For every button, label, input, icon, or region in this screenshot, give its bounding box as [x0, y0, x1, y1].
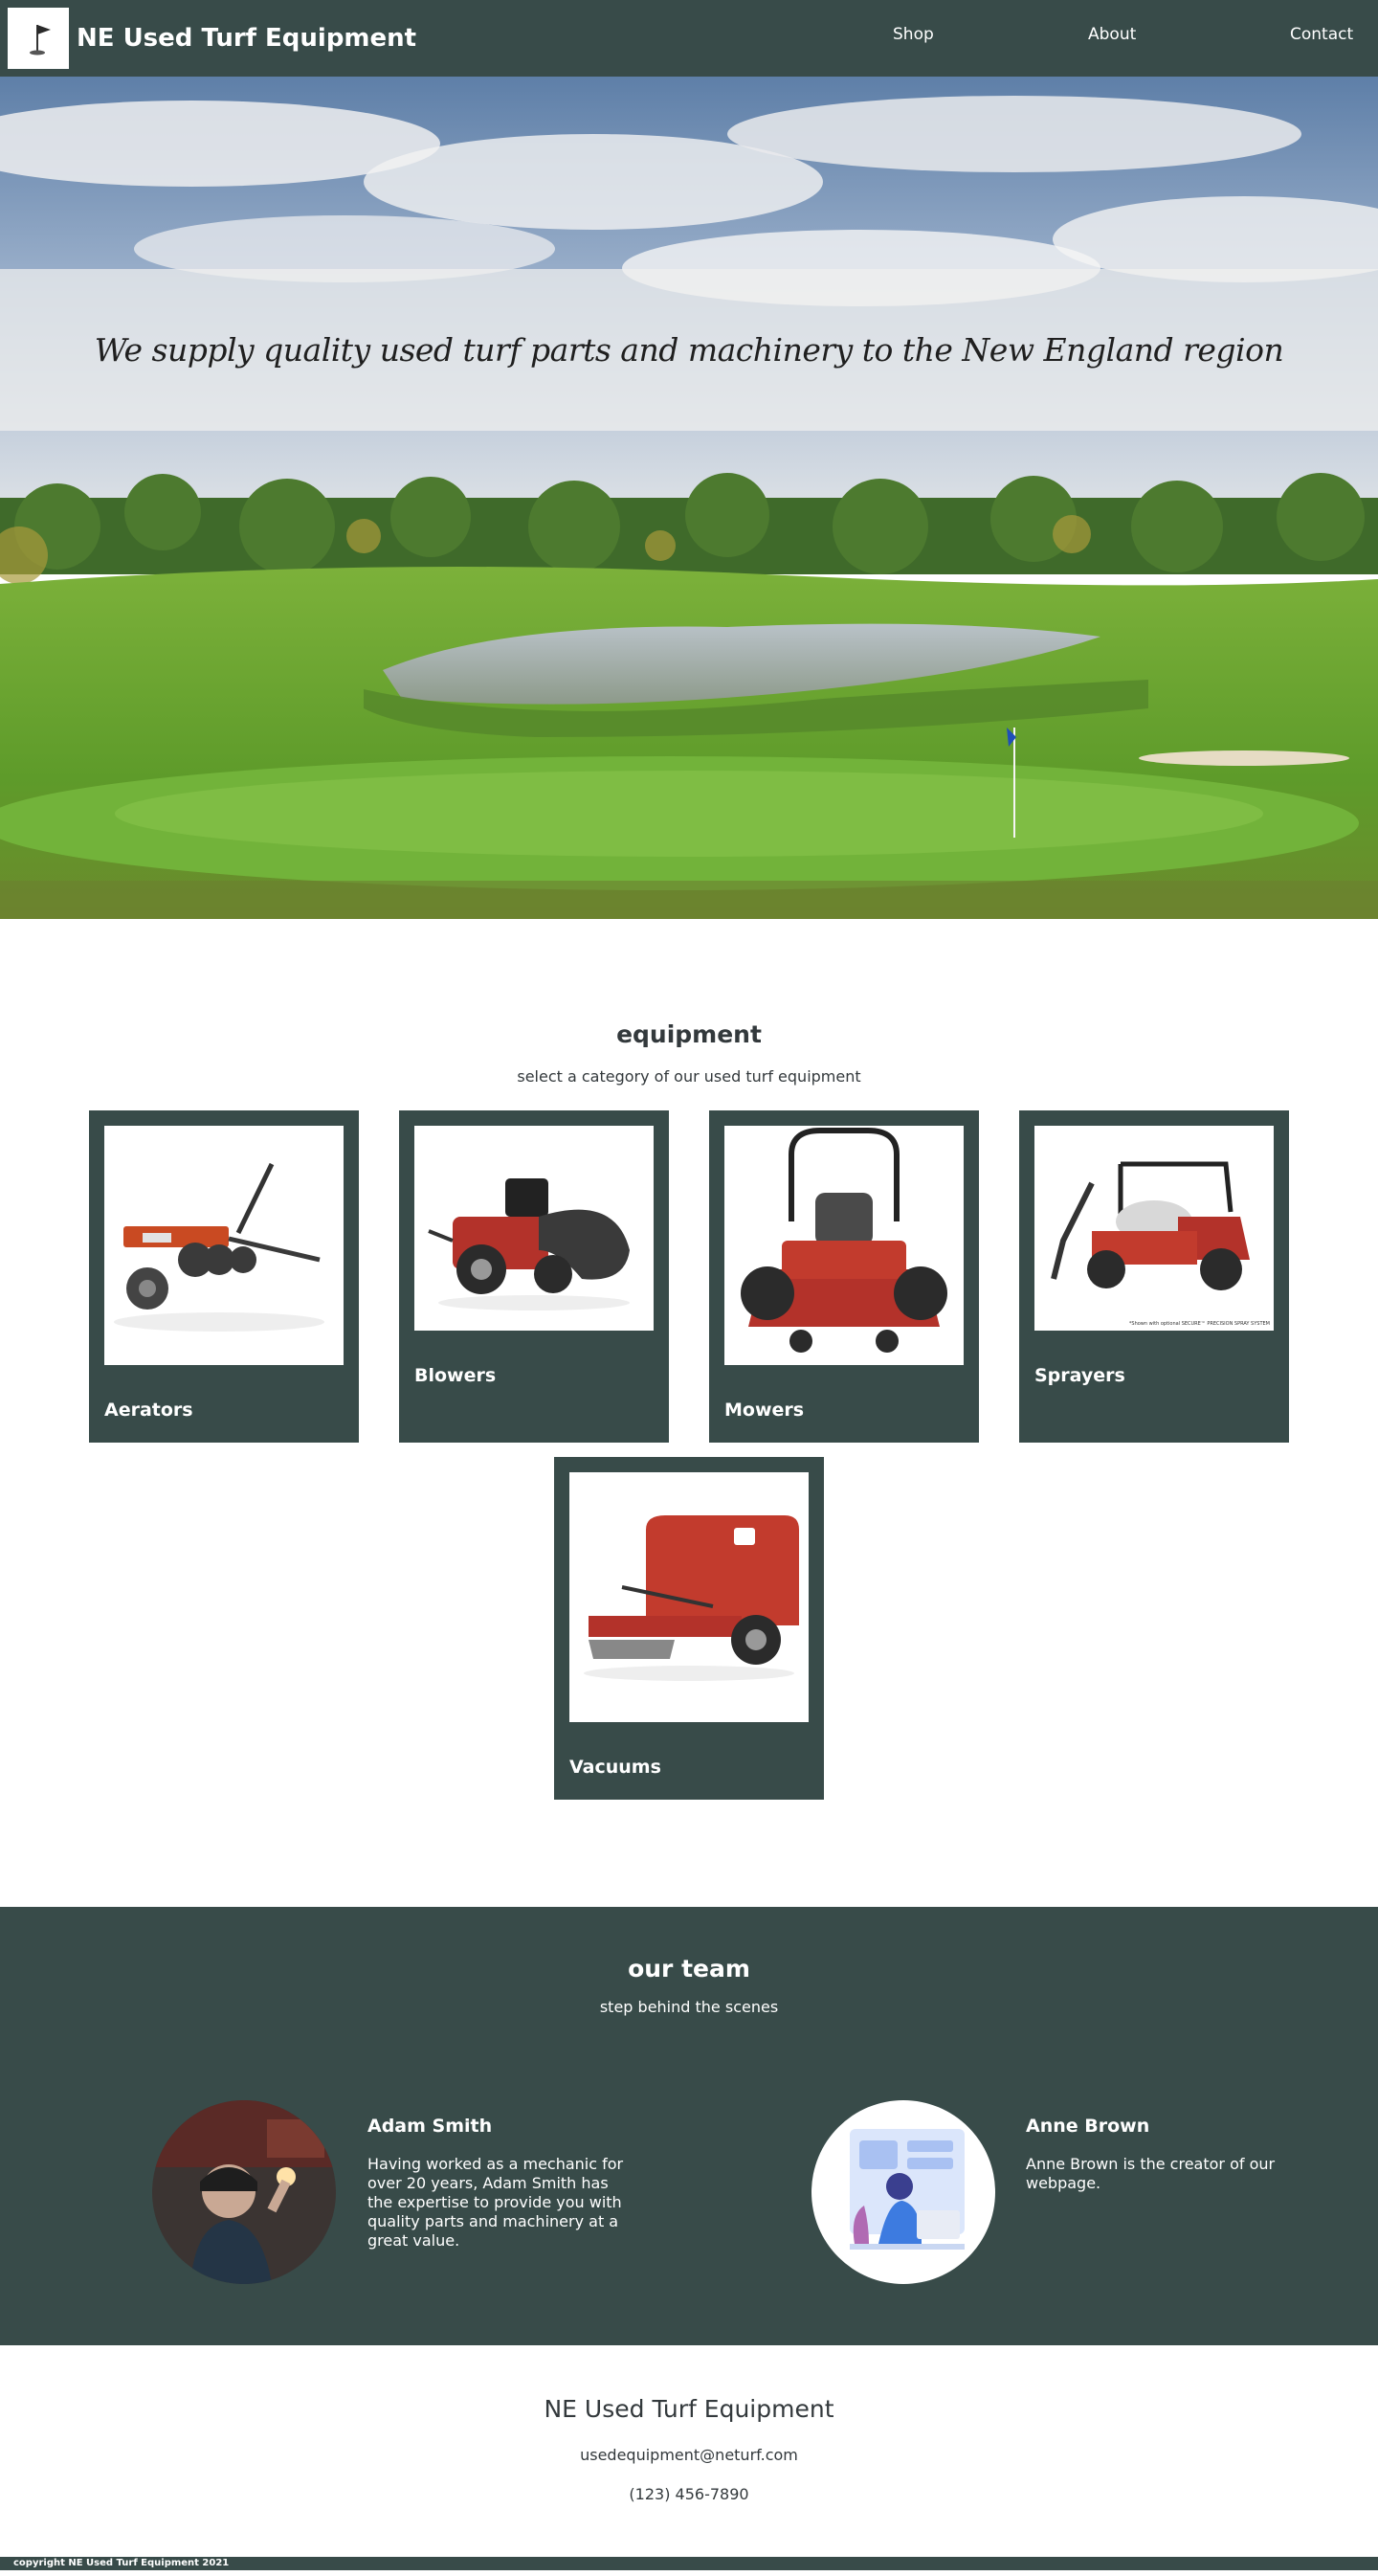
category-label: Mowers	[724, 1400, 805, 1421]
team-subtitle: step behind the scenes	[599, 1998, 779, 2016]
category-label: Aerators	[104, 1400, 193, 1421]
golf-course-photo	[0, 77, 1378, 919]
nav-contact[interactable]: Contact	[1290, 25, 1353, 44]
copyright-bar: copyright NE Used Turf Equipment 2021	[0, 2557, 1378, 2570]
team-member-name: Anne Brown	[1026, 2116, 1150, 2137]
category-card-mowers[interactable]: Mowers	[709, 1110, 979, 1443]
top-navbar: NE Used Turf Equipment Shop About Contac…	[0, 0, 1378, 77]
team-section: our team step behind the scenes Adam Smi…	[0, 1907, 1378, 2345]
category-label: Blowers	[414, 1365, 497, 1386]
team-member-photo	[811, 2100, 995, 2284]
team-title: our team	[628, 1955, 750, 1982]
category-card-sprayers[interactable]: *Shown with optional SECURE™ PRECISION S…	[1019, 1110, 1289, 1443]
team-member-photo	[152, 2100, 336, 2284]
aerator-image	[104, 1126, 344, 1365]
equipment-subtitle: select a category of our used turf equip…	[517, 1067, 861, 1086]
logo[interactable]	[8, 8, 69, 69]
nav-about[interactable]: About	[1088, 25, 1136, 44]
equipment-title: equipment	[616, 1020, 762, 1048]
footer-email[interactable]: usedequipment@neturf.com	[0, 2446, 1378, 2464]
vacuum-image	[569, 1472, 809, 1722]
contact-footer: NE Used Turf Equipment usedequipment@net…	[0, 2345, 1378, 2557]
category-card-blowers[interactable]: Blowers	[399, 1110, 669, 1443]
sprayer-caption: *Shown with optional SECURE™ PRECISION S…	[1128, 1321, 1270, 1327]
team-member-bio: Anne Brown is the creator of our webpage…	[1026, 2155, 1276, 2192]
golf-flag-icon	[30, 25, 51, 56]
category-label: Vacuums	[569, 1757, 661, 1778]
site-brand[interactable]: NE Used Turf Equipment	[77, 24, 416, 53]
category-label: Sprayers	[1034, 1365, 1125, 1386]
hero-tagline-band: We supply quality used turf parts and ma…	[0, 269, 1378, 431]
blower-image	[414, 1126, 654, 1331]
nav-shop[interactable]: Shop	[893, 25, 934, 44]
mower-image	[724, 1126, 964, 1365]
equipment-grid: Aerators Blowers Mowers *Shown with opti…	[0, 1110, 1378, 1800]
category-card-vacuums[interactable]: Vacuums	[554, 1457, 824, 1800]
team-member-name: Adam Smith	[367, 2116, 493, 2137]
equipment-section: equipment select a category of our used …	[0, 919, 1378, 1907]
footer-company-name: NE Used Turf Equipment	[544, 2395, 834, 2423]
hero-tagline: We supply quality used turf parts and ma…	[94, 331, 1284, 369]
sprayer-image: *Shown with optional SECURE™ PRECISION S…	[1034, 1126, 1274, 1331]
copyright-text: copyright NE Used Turf Equipment 2021	[13, 2558, 230, 2568]
category-card-aerators[interactable]: Aerators	[89, 1110, 359, 1443]
hero-banner: We supply quality used turf parts and ma…	[0, 77, 1378, 919]
team-member-bio: Having worked as a mechanic for over 20 …	[367, 2155, 624, 2250]
footer-phone[interactable]: (123) 456-7890	[0, 2485, 1378, 2503]
